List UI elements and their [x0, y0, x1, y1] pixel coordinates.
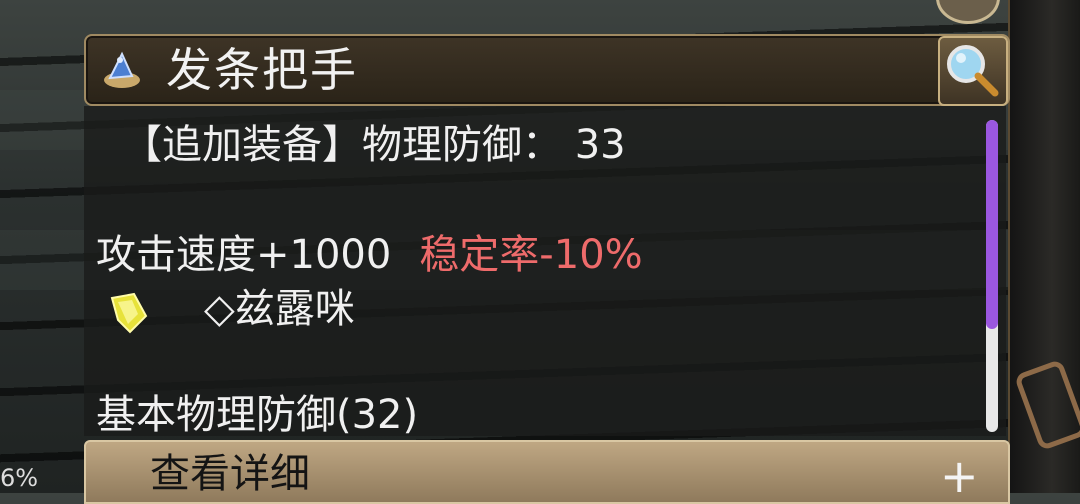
scrollbar-thumb[interactable]: [986, 120, 998, 329]
window-frame-right: [1008, 0, 1080, 493]
zelumi-line: ◇兹露咪: [204, 286, 355, 332]
view-details-label: 查看详细: [150, 451, 310, 497]
attack-speed-text: 攻击速度+1000: [96, 232, 392, 278]
stability-rate-text: 稳定率-10%: [419, 232, 643, 278]
item-description-body: 【追加装备】物理防御： 33 攻击速度+1000 稳定率-10% ◇兹露咪 基本物…: [84, 106, 1006, 438]
knot-ornament-icon: [1013, 358, 1080, 452]
extra-equipment-stat: 【追加装备】物理防御： 33: [122, 122, 626, 168]
background-percent-text: 6%: [0, 464, 39, 492]
corner-ornament-icon: [936, 0, 1000, 24]
yellow-crystal-icon: [110, 292, 148, 334]
search-button[interactable]: [938, 36, 1008, 106]
magnifier-icon: [947, 45, 999, 97]
item-title-bar: 发条把手: [84, 34, 1010, 106]
view-details-button[interactable]: 查看详细 +: [84, 440, 1010, 504]
item-name: 发条把手: [166, 43, 358, 97]
item-tooltip-panel: 发条把手 【追加装备】物理防御： 33 攻击速度+1000 稳定率-10% ◇兹露…: [84, 34, 1010, 504]
plus-icon: +: [940, 449, 979, 503]
base-physical-defense-line: 基本物理防御(32): [96, 392, 419, 438]
attack-speed-line: 攻击速度+1000 稳定率-10%: [96, 230, 643, 280]
description-scrollbar[interactable]: [986, 120, 998, 432]
wizard-hat-icon: [104, 51, 140, 88]
